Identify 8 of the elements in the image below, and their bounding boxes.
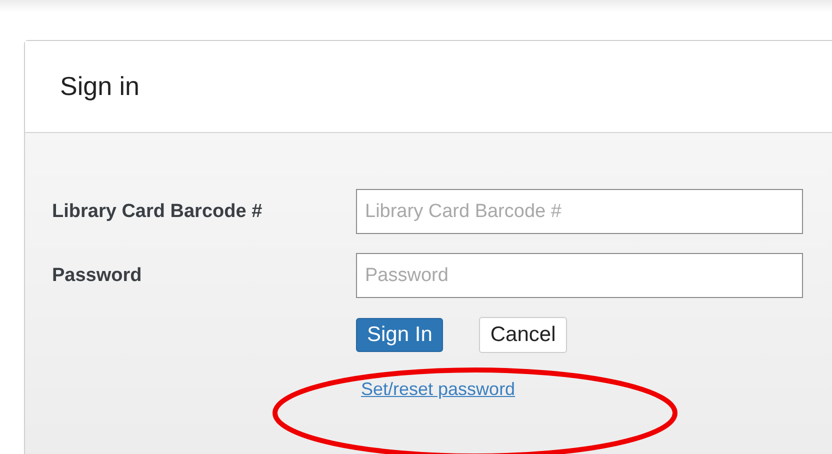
field-label: Library Card Barcode #	[52, 200, 264, 222]
reset-password-link[interactable]: Set/reset password	[361, 379, 516, 399]
panel-title: Sign in	[60, 71, 140, 102]
field-label: Password	[52, 264, 143, 286]
input-field[interactable]: Password	[356, 253, 803, 298]
cancel-button[interactable]: Cancel	[479, 317, 567, 353]
sign-in-button[interactable]: Sign In	[356, 318, 444, 352]
input-field[interactable]: Library Card Barcode #	[356, 189, 803, 234]
